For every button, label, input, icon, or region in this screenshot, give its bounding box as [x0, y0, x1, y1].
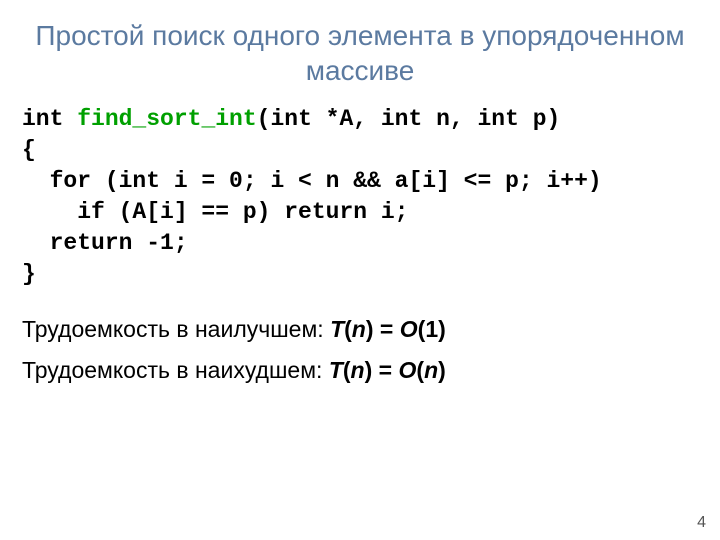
code-l1-fn: find_sort_int [77, 106, 256, 132]
open-4: ( [416, 357, 424, 383]
code-l1-a: int [22, 106, 77, 132]
code-block: int find_sort_int(int *A, int n, int p) … [22, 104, 698, 290]
code-l5: return -1; [22, 230, 188, 256]
eq-1: = [374, 316, 400, 342]
close-2: ) [438, 316, 446, 342]
n-1: n [352, 316, 366, 342]
complexity-best: Трудоемкость в наилучшем: T(n) = O(1) [22, 312, 698, 347]
code-l4: if (A[i] == p) return i; [22, 199, 408, 225]
T-sym: T [330, 316, 344, 342]
code-l3: for (int i = 0; i < n && a[i] <= p; i++) [22, 168, 602, 194]
page-number: 4 [697, 514, 706, 532]
T-sym-2: T [329, 357, 343, 383]
O-1: O [400, 316, 418, 342]
code-l1-b: (int *A, int n, int p) [257, 106, 561, 132]
O-2: O [399, 357, 417, 383]
code-l2: { [22, 137, 36, 163]
slide: Простой поиск одного элемента в упорядоч… [0, 0, 720, 540]
best-label: Трудоемкость в наилучшем: [22, 316, 330, 342]
eq-2: = [372, 357, 398, 383]
open-1: ( [344, 316, 352, 342]
close-1: ) [366, 316, 374, 342]
worst-label: Трудоемкость в наихудшем: [22, 357, 329, 383]
n-2: n [351, 357, 365, 383]
slide-title: Простой поиск одного элемента в упорядоч… [22, 18, 698, 88]
code-l6: } [22, 261, 36, 287]
n-3: n [424, 357, 438, 383]
open-3: ( [343, 357, 351, 383]
complexity-worst: Трудоемкость в наихудшем: T(n) = O(n) [22, 353, 698, 388]
close-4: ) [438, 357, 446, 383]
one: 1 [425, 316, 438, 342]
